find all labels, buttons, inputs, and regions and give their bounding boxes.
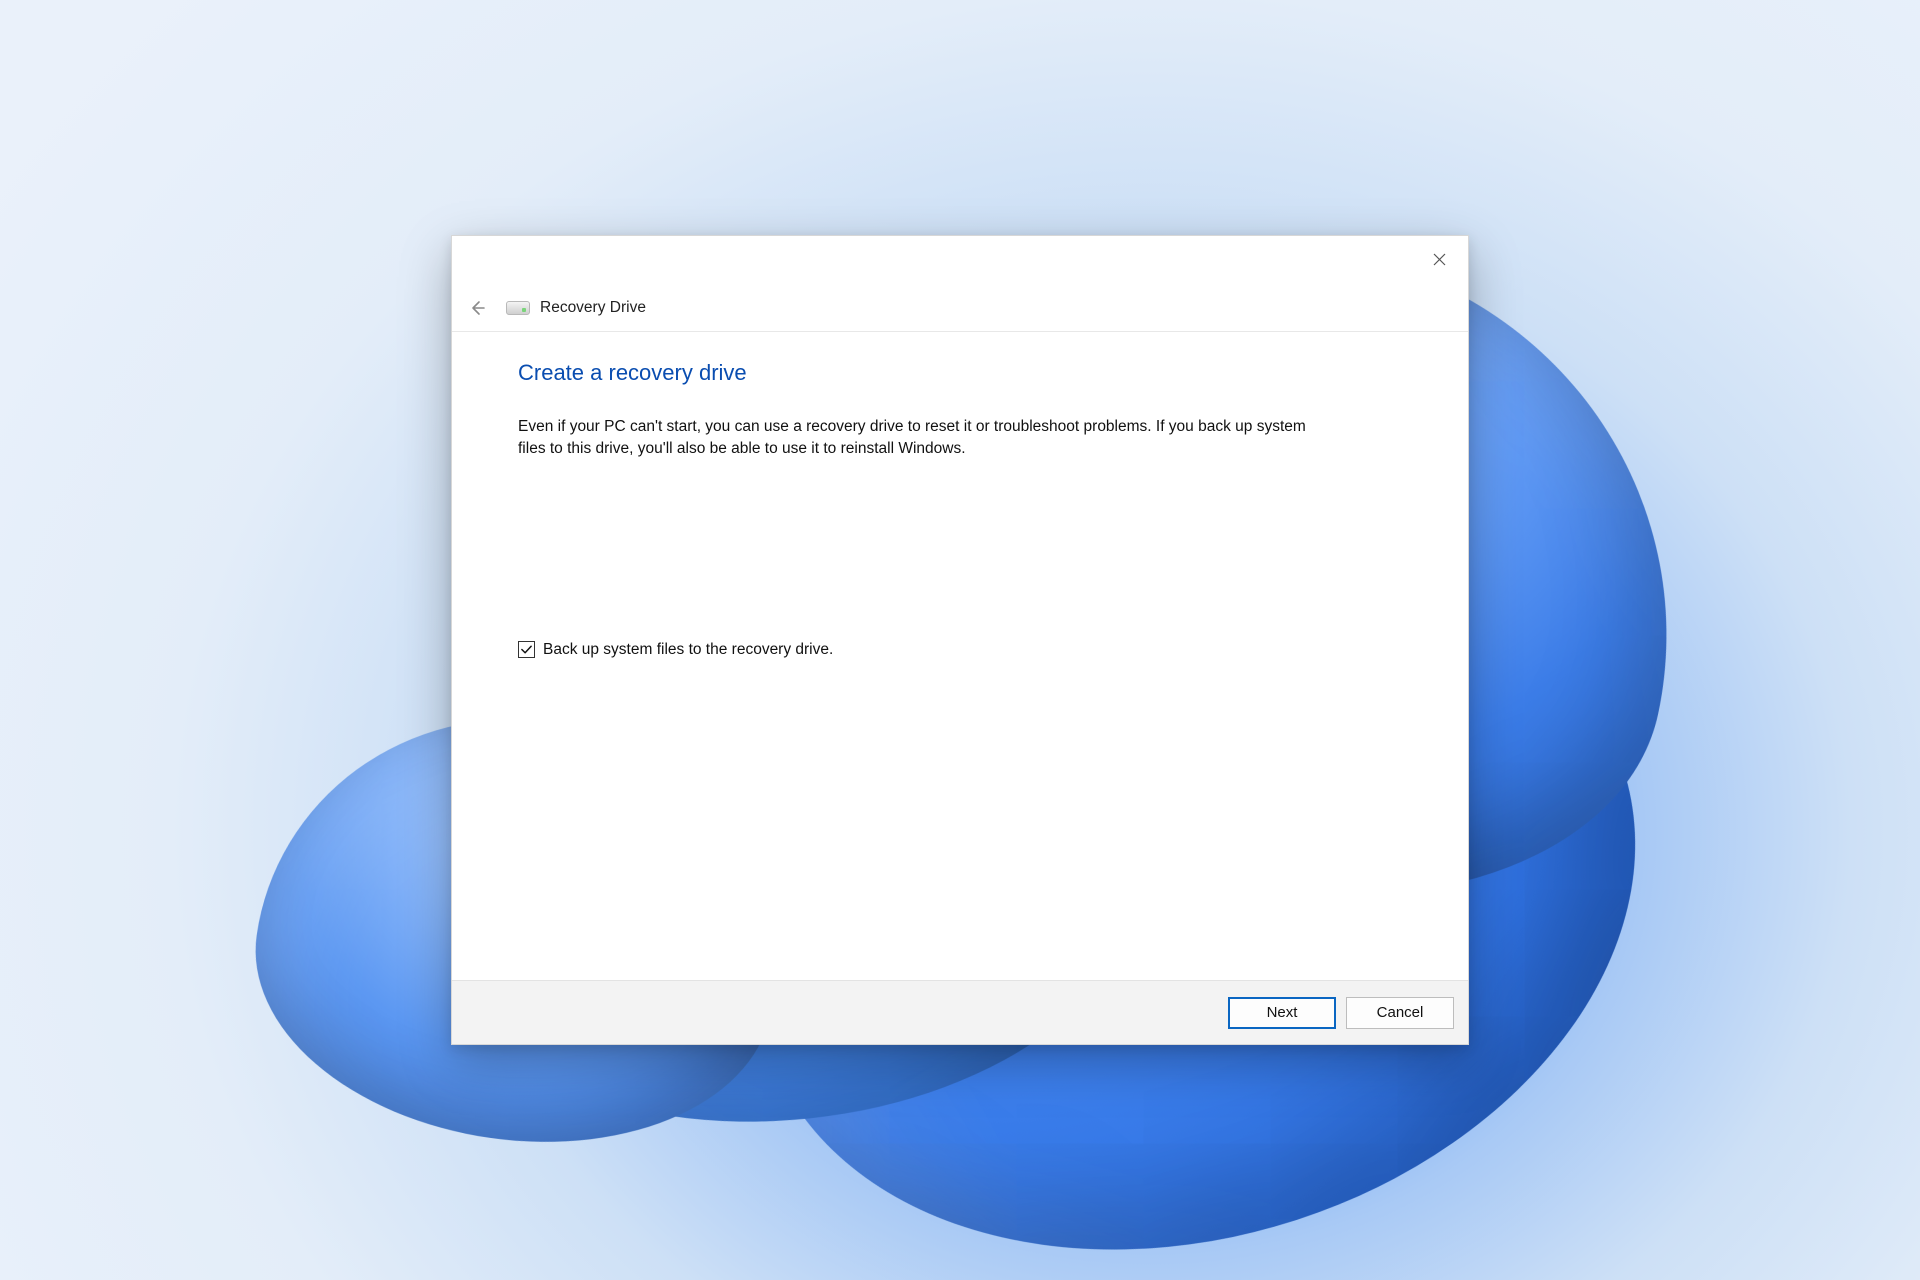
wizard-title: Recovery Drive [540,299,646,317]
wizard-content: Create a recovery drive Even if your PC … [452,332,1468,980]
backup-system-files-checkbox[interactable]: Back up system files to the recovery dri… [518,641,1402,659]
desktop-background: Recovery Drive Create a recovery drive E… [0,0,1920,1280]
checkbox-label: Back up system files to the recovery dri… [543,641,833,659]
close-button[interactable] [1410,236,1468,283]
checkbox-box [518,641,535,658]
drive-icon [506,301,530,315]
page-description: Even if your PC can't start, you can use… [518,416,1318,461]
window-titlebar [452,236,1468,284]
back-arrow-icon [468,299,486,317]
close-icon [1433,253,1446,266]
page-heading: Create a recovery drive [518,360,1402,386]
wizard-footer: Next Cancel [452,980,1468,1044]
wizard-header: Recovery Drive [452,284,1468,332]
back-button[interactable] [460,291,494,325]
next-button[interactable]: Next [1228,997,1336,1029]
recovery-drive-wizard-window: Recovery Drive Create a recovery drive E… [451,235,1469,1045]
checkmark-icon [520,643,533,656]
cancel-button[interactable]: Cancel [1346,997,1454,1029]
